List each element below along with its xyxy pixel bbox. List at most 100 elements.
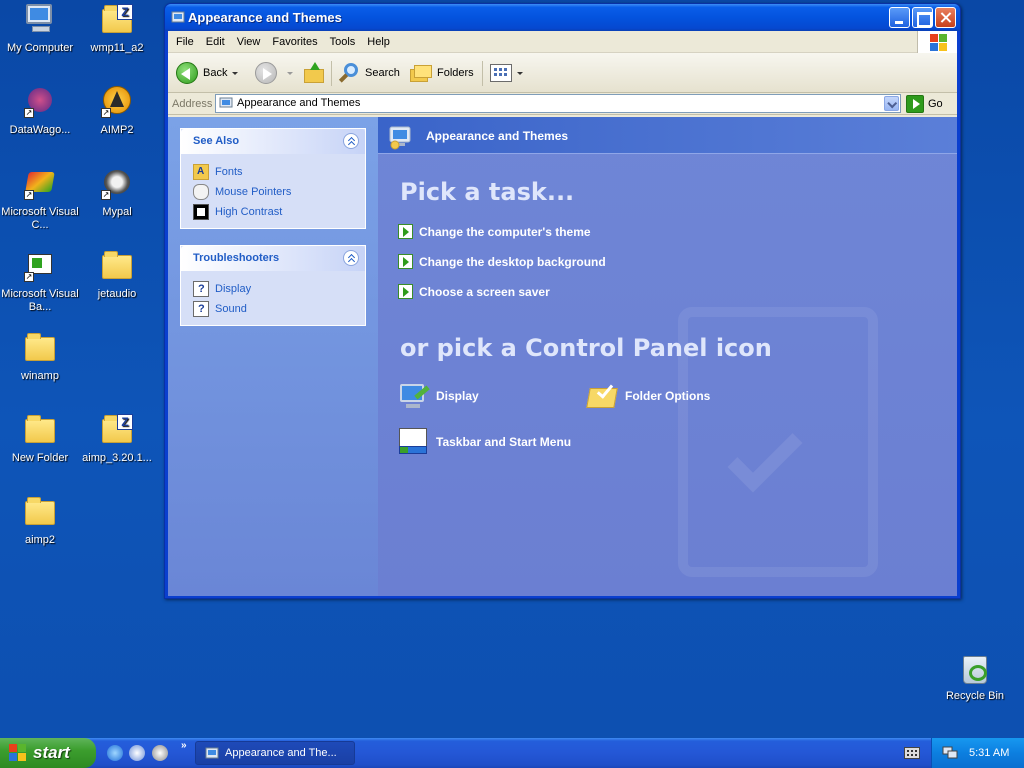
help-icon: [193, 301, 209, 317]
title-bar[interactable]: Appearance and Themes: [165, 4, 960, 31]
desktop-icon-datawago[interactable]: ↗ DataWago...: [1, 86, 79, 137]
desktop-icon-aimp2-folder[interactable]: aimp2: [1, 496, 79, 547]
desktop-icon-aimp-3-20[interactable]: Z aimp_3.20.1...: [78, 414, 156, 465]
see-also-fonts[interactable]: Fonts: [193, 162, 365, 182]
desktop-icon-wmp11-a2[interactable]: Z wmp11_a2: [78, 4, 156, 55]
pick-task-heading: Pick a task...: [400, 178, 575, 206]
cp-icon-taskbar-start-menu[interactable]: Taskbar and Start Menu: [398, 426, 571, 458]
menu-view[interactable]: View: [231, 31, 267, 53]
task-screen-saver[interactable]: Choose a screen saver: [398, 284, 550, 299]
collapse-chevron-icon[interactable]: [343, 133, 359, 149]
search-button[interactable]: Search: [338, 61, 400, 85]
folder-options-icon: [586, 380, 619, 412]
desktop-icon-label: aimp2: [25, 534, 55, 546]
desktop-icon-label: jetaudio: [97, 288, 137, 300]
desktop-icon-visual-basic[interactable]: ↗ Microsoft Visual Ba...: [1, 250, 79, 314]
keyboard-icon[interactable]: [904, 747, 920, 759]
troubleshooter-sound[interactable]: Sound: [193, 299, 365, 319]
menu-tools[interactable]: Tools: [324, 31, 362, 53]
desktop-icon-label: Microsoft Visual Ba...: [1, 288, 79, 313]
menu-edit[interactable]: Edit: [200, 31, 231, 53]
windows-flag-icon: [9, 744, 27, 762]
control-panel-icon: [205, 747, 219, 759]
collapse-chevron-icon[interactable]: [343, 250, 359, 266]
troubleshooters-title: Troubleshooters: [193, 252, 280, 264]
views-button[interactable]: [490, 61, 523, 85]
desktop-icon-new-folder[interactable]: New Folder: [1, 414, 79, 465]
troubleshooters-header[interactable]: Troubleshooters: [181, 246, 365, 271]
task-change-theme[interactable]: Change the computer's theme: [398, 224, 591, 239]
menu-file[interactable]: File: [170, 31, 200, 53]
dropdown-arrow-icon[interactable]: [287, 71, 293, 75]
cp-icon-display[interactable]: Display: [398, 380, 479, 412]
back-arrow-icon: [176, 62, 198, 84]
task-label: Choose a screen saver: [419, 284, 550, 299]
troubleshooter-display[interactable]: Display: [193, 279, 365, 299]
task-change-background[interactable]: Change the desktop background: [398, 254, 606, 269]
search-icon: [338, 62, 360, 84]
window-title: Appearance and Themes: [188, 10, 342, 25]
see-also-label: Fonts: [215, 166, 243, 178]
green-arrow-icon: [398, 254, 413, 269]
forward-button[interactable]: [255, 61, 293, 85]
media-icon[interactable]: [152, 745, 168, 761]
desktop-icon-label: New Folder: [11, 452, 69, 464]
folders-icon: [410, 63, 432, 83]
menu-bar: File Edit View Favorites Tools Help: [168, 31, 957, 53]
fonts-icon: [193, 164, 209, 180]
close-button[interactable]: [935, 7, 956, 28]
menu-favorites[interactable]: Favorites: [266, 31, 323, 53]
recycle-bin-icon: [963, 656, 987, 684]
category-header: Appearance and Themes: [378, 117, 957, 154]
address-dropdown-button[interactable]: [884, 96, 899, 111]
folder-icon: [101, 250, 133, 282]
cp-icon-folder-options[interactable]: Folder Options: [586, 380, 710, 412]
desktop-icon-aimp2[interactable]: ↗ AIMP2: [78, 86, 156, 137]
forward-arrow-icon: [255, 62, 277, 84]
dropdown-arrow-icon[interactable]: [517, 71, 523, 75]
quick-launch-more-button[interactable]: »: [181, 740, 187, 751]
up-folder-button[interactable]: [303, 61, 325, 85]
standard-toolbar: Back Search Folders: [168, 53, 957, 93]
desktop-icon-jetaudio[interactable]: jetaudio: [78, 250, 156, 301]
internet-explorer-icon[interactable]: [107, 745, 123, 761]
desktop-icon-mypal[interactable]: ↗ Mypal: [78, 168, 156, 219]
see-also-header[interactable]: See Also: [181, 129, 365, 154]
windows-media-player-icon[interactable]: [129, 745, 145, 761]
main-pane: Appearance and Themes Pick a task... Cha…: [378, 117, 957, 596]
task-label: Change the desktop background: [419, 254, 606, 269]
go-arrow-icon: [906, 95, 924, 113]
green-arrow-icon: [398, 284, 413, 299]
minimize-button[interactable]: [889, 7, 910, 28]
aimp-icon: ↗: [101, 86, 133, 118]
address-input[interactable]: Appearance and Themes: [215, 94, 901, 113]
see-also-mouse-pointers[interactable]: Mouse Pointers: [193, 182, 365, 202]
clock[interactable]: 5:31 AM: [969, 747, 1009, 759]
address-value: Appearance and Themes: [237, 97, 361, 109]
desktop-icon-my-computer[interactable]: My Computer: [1, 4, 79, 55]
desktop-icon-recycle-bin[interactable]: Recycle Bin: [935, 656, 1015, 702]
taskbar-item-appearance[interactable]: Appearance and The...: [195, 741, 355, 765]
raccoon-icon: ↗: [101, 168, 133, 200]
desktop-icon-visual-c[interactable]: ↗ Microsoft Visual C...: [1, 168, 79, 232]
menu-help[interactable]: Help: [361, 31, 396, 53]
folders-button[interactable]: Folders: [410, 61, 474, 85]
windows-logo-icon: [917, 31, 957, 53]
desktop-icon-label: My Computer: [6, 42, 74, 54]
control-panel-icon: [171, 11, 185, 23]
cp-icon-label: Display: [436, 389, 479, 403]
taskbar-icon: [398, 426, 430, 458]
pick-icon-heading: or pick a Control Panel icon: [400, 334, 772, 362]
see-also-high-contrast[interactable]: High Contrast: [193, 202, 365, 222]
start-button[interactable]: start: [0, 738, 96, 768]
back-button[interactable]: Back: [176, 61, 239, 85]
dropdown-arrow-icon[interactable]: [232, 71, 239, 75]
desktop-icon-winamp[interactable]: winamp: [1, 332, 79, 383]
help-icon: [193, 281, 209, 297]
go-button[interactable]: Go: [906, 95, 943, 113]
network-icon[interactable]: [942, 746, 958, 760]
display-icon: [398, 380, 430, 412]
see-also-panel: See Also Fonts Mouse Pointers: [180, 128, 366, 229]
desktop-icon-label: Recycle Bin: [945, 690, 1005, 702]
maximize-button[interactable]: [912, 7, 933, 28]
